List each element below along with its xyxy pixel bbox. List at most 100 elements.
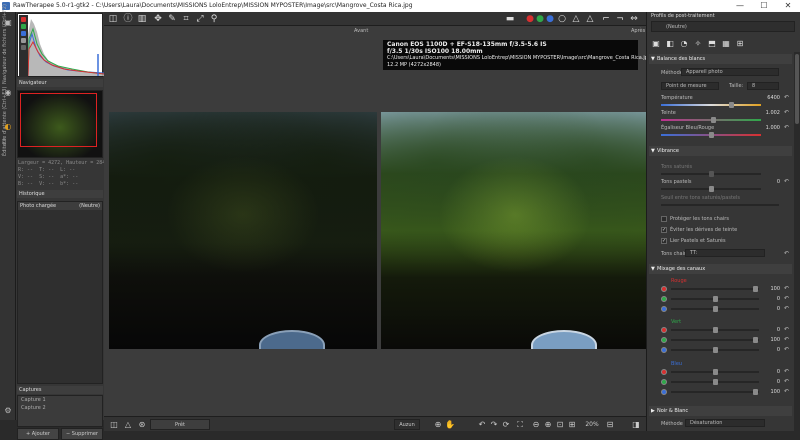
channel-mixer-header[interactable]: ▼ Mixage des canaux [649, 264, 792, 274]
history-header[interactable]: Historique [17, 190, 103, 198]
hand-icon[interactable]: ✋ [444, 419, 456, 430]
green-blue-reset-icon[interactable]: ↶ [784, 346, 789, 353]
link-pastel-checkbox[interactable]: ✓ [661, 238, 667, 244]
hand-tool-icon[interactable]: ✥ [152, 13, 164, 25]
flip-icon[interactable]: ⇔ [628, 13, 640, 25]
add-capture-button[interactable]: + Ajouter [17, 428, 59, 440]
image-viewer[interactable]: Avant Après Canon EOS 1100D + EF-S18-135… [104, 26, 651, 416]
info-icon[interactable]: ⓘ [122, 13, 134, 25]
histogram-luminance-toggle[interactable] [21, 38, 26, 43]
fullscreen-icon[interactable]: ⛶ [514, 419, 526, 430]
histogram-red-toggle[interactable] [21, 17, 26, 22]
blue-green-slider[interactable] [671, 379, 759, 385]
blue-blue-reset-icon[interactable]: ↶ [784, 388, 789, 395]
green-blue-slider[interactable] [671, 347, 759, 353]
details-tab-icon[interactable]: ◧ [665, 39, 675, 49]
zoom-100-icon[interactable]: ⊞ [566, 419, 578, 430]
zoom-out-icon[interactable]: ⊖ [530, 419, 542, 430]
capture-item[interactable]: Capture 2 [18, 404, 102, 412]
undo-icon[interactable]: ↶ [476, 419, 488, 430]
scrollbar-thumb[interactable] [795, 54, 799, 124]
wb-method-select[interactable]: Appareil photo [681, 68, 779, 76]
capture-item[interactable]: Capture 1 [18, 396, 102, 404]
white-balance-header[interactable]: ▼ Balance des blancs [649, 54, 792, 64]
red-green-reset-icon[interactable]: ↶ [784, 295, 789, 302]
maximize-button[interactable]: ☐ [752, 0, 776, 12]
blue-red-reset-icon[interactable]: ↶ [784, 368, 789, 375]
blue-blue-slider[interactable] [671, 389, 759, 395]
raw-tab-icon[interactable]: ▦ [721, 39, 731, 49]
saturated-tones-slider[interactable] [661, 171, 761, 177]
green-green-value[interactable]: 100 [762, 337, 780, 343]
avoid-shift-checkbox[interactable]: ✓ [661, 227, 667, 233]
navigator-viewport-rect[interactable] [20, 93, 97, 147]
spot-measure-button[interactable]: Point de mesure [661, 82, 719, 90]
red-blue-value[interactable]: 0 [762, 306, 780, 312]
background-color-icon[interactable]: ▬ [500, 13, 520, 25]
navigator-thumbnail[interactable] [17, 90, 103, 158]
left-panel-toggle-icon[interactable]: ◫ [108, 419, 120, 430]
before-after-icon[interactable]: ▥ [136, 13, 148, 25]
blue-green-reset-icon[interactable]: ↶ [784, 378, 789, 385]
advanced-tab-icon[interactable]: ✧ [693, 39, 703, 49]
red-red-reset-icon[interactable]: ↶ [784, 285, 789, 292]
remove-capture-button[interactable]: − Supprimer [61, 428, 103, 440]
green-red-reset-icon[interactable]: ↶ [784, 326, 789, 333]
equalizer-reset-icon[interactable]: ↶ [784, 124, 789, 131]
red-red-slider[interactable] [671, 286, 759, 292]
zoom-fit-icon[interactable]: ⊡ [554, 419, 566, 430]
histogram-blue-toggle[interactable] [21, 31, 26, 36]
pastel-reset-icon[interactable]: ↶ [784, 178, 789, 185]
color-tab-icon[interactable]: ◔ [679, 39, 689, 49]
tab-editor[interactable]: Éditeur [2, 136, 8, 156]
minimize-button[interactable]: — [728, 0, 752, 12]
green-red-slider[interactable] [671, 327, 759, 333]
preferences-icon[interactable]: ⚙ [3, 406, 13, 416]
histogram-green-toggle[interactable] [21, 24, 26, 29]
warning-highlights-icon[interactable]: △ [570, 13, 582, 25]
blue-red-value[interactable]: 0 [762, 369, 780, 375]
tab-file-browser[interactable]: Navigateur de fichiers (Ctrl+F2) [2, 4, 8, 84]
red-blue-reset-icon[interactable]: ↶ [784, 305, 789, 312]
protect-skin-checkbox[interactable] [661, 216, 667, 222]
spot-size-select[interactable]: 8 [747, 82, 779, 90]
tint-value[interactable]: 1.002 [762, 110, 780, 116]
pastel-tones-value[interactable]: 0 [762, 179, 780, 185]
red-green-slider[interactable] [671, 296, 759, 302]
blue-green-value[interactable]: 0 [762, 379, 780, 385]
green-red-value[interactable]: 0 [762, 327, 780, 333]
navigator-header[interactable]: Navigateur [17, 79, 103, 87]
crop-tool-icon[interactable]: ⌗ [180, 13, 192, 25]
threshold-slider[interactable] [661, 204, 779, 206]
bw-method-select[interactable]: Désaturation [685, 419, 765, 427]
warning-shadows-icon[interactable]: △ [584, 13, 596, 25]
black-white-header[interactable]: ▶ Noir & Blanc [649, 406, 792, 416]
straighten-icon[interactable]: ⤢ [194, 13, 206, 25]
white-balance-picker-icon[interactable]: ✎ [166, 13, 178, 25]
redo-icon[interactable]: ↷ [488, 419, 500, 430]
temperature-slider[interactable] [661, 102, 761, 108]
zoom-mode-select[interactable]: Auzun [394, 419, 420, 430]
before-image[interactable] [109, 112, 377, 349]
luminance-icon[interactable]: ○ [556, 13, 568, 25]
rotate-left-icon[interactable]: ⌐ [600, 13, 612, 25]
zoom-icon[interactable]: ⊕ [432, 419, 444, 430]
skin-tones-reset-icon[interactable]: ↶ [784, 250, 789, 257]
captures-header[interactable]: Captures [17, 386, 103, 394]
green-green-reset-icon[interactable]: ↶ [784, 336, 789, 343]
metadata-tab-icon[interactable]: ⊞ [735, 39, 745, 49]
vibrance-header[interactable]: ▼ Vibrance [649, 146, 792, 156]
after-image[interactable] [381, 112, 649, 349]
wand-icon[interactable]: ⚲ [208, 13, 220, 25]
histogram-chroma-toggle[interactable] [21, 45, 26, 50]
equalizer-slider[interactable] [661, 132, 761, 138]
warning-icon[interactable]: △ [122, 419, 134, 430]
history-row[interactable]: Photo chargée (Neutre) [18, 202, 102, 210]
exposure-tab-icon[interactable]: ▣ [651, 39, 661, 49]
red-green-value[interactable]: 0 [762, 296, 780, 302]
temperature-value[interactable]: 6400 [762, 95, 780, 101]
blue-channel-icon[interactable]: ● [544, 13, 556, 25]
tint-slider[interactable] [661, 117, 761, 123]
rotate-icon[interactable]: ⟳ [500, 419, 512, 430]
red-red-value[interactable]: 100 [762, 286, 780, 292]
